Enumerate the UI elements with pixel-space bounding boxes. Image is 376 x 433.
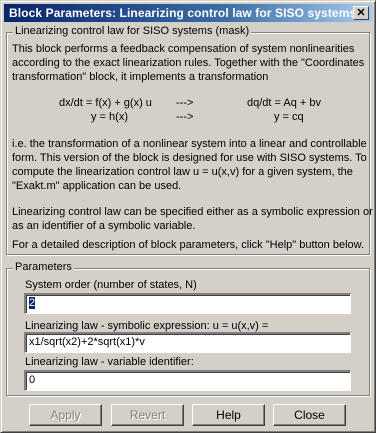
system-order-field[interactable]: 2 xyxy=(24,293,351,314)
variable-id-field[interactable]: 0 xyxy=(24,370,351,391)
close-label: Close xyxy=(294,408,325,422)
description-para3-line2: as an identifier of a symbolic variable. xyxy=(12,220,196,232)
description-para2-line2: form. This version of the block is desig… xyxy=(12,152,367,164)
close-window-button[interactable]: ✕ xyxy=(353,6,369,20)
description-para2-line1: i.e. the transformation of a nonlinear s… xyxy=(12,138,367,150)
parameters-legend: Parameters xyxy=(13,261,74,273)
system-order-value: 2 xyxy=(29,297,36,309)
description-para2-line4: "Exakt.m" application can be used. xyxy=(12,180,182,192)
equation-arrow-1: ---> xyxy=(176,97,194,109)
equation-right-2: y = cq xyxy=(274,111,304,123)
variable-id-value: 0 xyxy=(29,374,36,386)
description-para4: For a detailed description of block para… xyxy=(12,239,365,251)
description-para1-line3: transformation" block, it implements a t… xyxy=(12,71,269,83)
description-para1-line1: This block performs a feedback compensat… xyxy=(12,43,355,55)
system-order-label: System order (number of states, N) xyxy=(25,279,197,291)
window-title: Block Parameters: Linearizing control la… xyxy=(9,6,357,20)
equation-arrow-2: ---> xyxy=(176,111,194,123)
equation-right-1: dq/dt = Aq + bv xyxy=(247,97,322,109)
close-button[interactable]: Close xyxy=(273,404,346,426)
equation-left-1: dx/dt = f(x) + g(x) u xyxy=(59,97,152,109)
help-button[interactable]: Help xyxy=(192,404,265,426)
revert-button[interactable]: Revert xyxy=(111,404,184,426)
description-para3-line1: Linearizing control law can be specified… xyxy=(12,206,373,218)
variable-id-label: Linearizing law - variable identifier: xyxy=(25,356,194,368)
description-para2-line3: compute the linearization control law u … xyxy=(12,166,353,178)
symbolic-law-field[interactable]: x1/sqrt(x2)+2*sqrt(x1)*v xyxy=(24,332,351,353)
title-bar[interactable]: Block Parameters: Linearizing control la… xyxy=(4,4,372,22)
close-icon: ✕ xyxy=(356,6,366,19)
revert-label: Revert xyxy=(129,408,166,422)
apply-label: Apply xyxy=(50,408,81,422)
apply-button[interactable]: Apply xyxy=(29,404,102,426)
symbolic-law-value: x1/sqrt(x2)+2*sqrt(x1)*v xyxy=(29,336,145,348)
equation-left-2: y = h(x) xyxy=(91,111,128,123)
description-legend: Linearizing control law for SISO systems… xyxy=(13,25,252,37)
help-label: Help xyxy=(216,408,241,422)
symbolic-law-label: Linearizing law - symbolic expression: u… xyxy=(25,320,269,332)
description-para1-line2: according to the exact linearization rul… xyxy=(12,57,365,69)
